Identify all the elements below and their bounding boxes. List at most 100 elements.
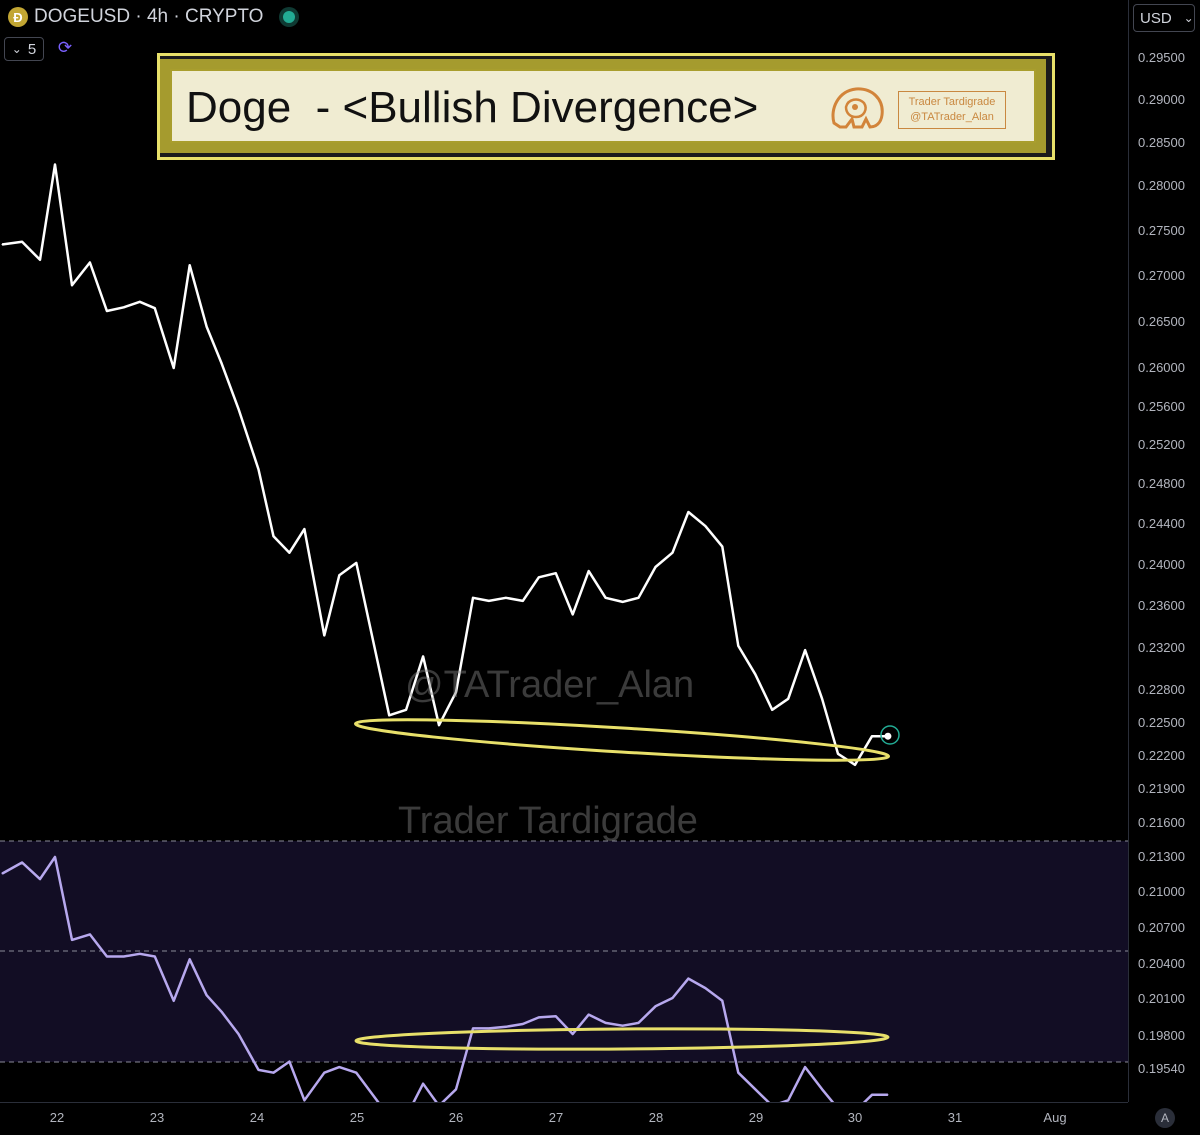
price-line-point <box>837 753 839 755</box>
tardigrade-logo-icon <box>831 87 884 129</box>
price-line-point <box>405 709 407 711</box>
name-watermark: Trader Tardigrade <box>398 800 698 842</box>
x-tick-label: 26 <box>448 1110 464 1125</box>
chevron-down-icon: ⌄ <box>1183 11 1194 25</box>
price-line-point <box>622 601 624 603</box>
price-line-point <box>671 552 674 554</box>
currency-selector[interactable]: USD ⌄ <box>1133 4 1195 32</box>
price-line-point <box>257 468 260 470</box>
y-tick-label: 0.27000 <box>1138 268 1185 283</box>
price-line-point <box>522 600 524 602</box>
price-line-point <box>388 714 390 716</box>
rsi-line-point <box>687 978 690 980</box>
y-tick-label: 0.23200 <box>1138 640 1185 655</box>
rsi-line-point <box>154 955 156 958</box>
price-line-point <box>555 572 557 574</box>
rsi-line-point <box>671 997 674 999</box>
price-line-point <box>338 574 340 576</box>
y-tick-label: 0.20400 <box>1138 956 1185 971</box>
price-line-point <box>821 698 823 700</box>
price-line-point <box>288 552 290 554</box>
auto-scale-button[interactable]: A <box>1155 1108 1175 1128</box>
rsi-line-point <box>422 1083 424 1085</box>
price-line-point <box>173 367 175 369</box>
rsi-line-point <box>555 1015 557 1017</box>
price-line-point <box>538 576 540 578</box>
x-tick-label: 30 <box>847 1110 863 1125</box>
price-line-point <box>123 306 125 308</box>
price-line-point <box>139 301 141 303</box>
rsi-line-point <box>721 1000 723 1002</box>
rsi-line-point <box>21 861 23 864</box>
x-tick-label: Aug <box>1043 1110 1067 1125</box>
y-tick-label: 0.21300 <box>1138 849 1185 864</box>
price-line-point <box>721 546 723 548</box>
x-tick-label: 31 <box>947 1110 963 1125</box>
y-tick-label: 0.19540 <box>1138 1061 1185 1076</box>
y-tick-label: 0.21900 <box>1138 781 1185 796</box>
rsi-line-point <box>754 1088 756 1090</box>
rsi-line-point <box>522 1023 524 1025</box>
price-line-point <box>771 709 773 711</box>
price-line-point <box>422 655 424 658</box>
y-tick-label: 0.21000 <box>1138 884 1185 899</box>
rsi-line-point <box>605 1022 607 1024</box>
rsi-line-point <box>804 1066 806 1068</box>
x-tick-label: 22 <box>49 1110 65 1125</box>
y-tick-label: 0.25200 <box>1138 437 1185 452</box>
rsi-line-point <box>871 1094 873 1096</box>
y-tick-label: 0.21600 <box>1138 815 1185 830</box>
y-tick-label: 0.26500 <box>1138 314 1185 329</box>
price-chart[interactable] <box>0 0 1128 1102</box>
y-tick-label: 0.23600 <box>1138 598 1185 613</box>
rsi-line-point <box>206 994 208 996</box>
last-price-dot <box>884 732 892 740</box>
price-line-point <box>438 724 440 726</box>
x-tick-label: 28 <box>648 1110 664 1125</box>
price-line-point <box>654 566 657 568</box>
rsi-line-point <box>123 955 125 958</box>
rsi-line-point <box>237 1033 240 1035</box>
price-line-point <box>303 528 305 530</box>
price-line-point <box>21 241 23 243</box>
price-line-point <box>704 525 707 527</box>
y-tick-label: 0.26000 <box>1138 360 1185 375</box>
rsi-line-point <box>572 1033 574 1035</box>
y-tick-label: 0.25600 <box>1138 399 1185 414</box>
price-line-point <box>871 735 873 737</box>
rsi-line-point <box>704 987 707 989</box>
rsi-line-point <box>1 873 3 875</box>
price-line-point <box>206 326 208 328</box>
y-tick-label: 0.20100 <box>1138 991 1185 1006</box>
rsi-line-point <box>472 1027 474 1029</box>
y-tick-label: 0.19800 <box>1138 1028 1185 1043</box>
price-line-point <box>272 535 275 537</box>
price-line-point <box>687 511 690 513</box>
price-line-point <box>472 597 474 599</box>
x-tick-label: 25 <box>349 1110 365 1125</box>
price-line-point <box>488 600 490 602</box>
rsi-line-point <box>89 933 91 936</box>
price-line-point <box>854 764 856 766</box>
x-tick-label: 23 <box>149 1110 165 1125</box>
rsi-line-point <box>505 1026 507 1028</box>
rsi-line-point <box>221 1011 223 1013</box>
rsi-line-point <box>737 1072 739 1074</box>
handle-watermark: @TATrader_Alan <box>405 664 695 706</box>
price-line-point <box>355 562 357 564</box>
y-tick-label: 0.22500 <box>1138 715 1185 730</box>
price-axis[interactable] <box>1128 0 1200 1102</box>
rsi-line-point <box>303 1099 305 1101</box>
rsi-line-point <box>588 1014 590 1016</box>
rsi-line-point <box>455 1088 457 1090</box>
price-line-point <box>754 673 756 675</box>
y-tick-label: 0.20700 <box>1138 920 1185 935</box>
price-line-point <box>39 259 41 261</box>
y-tick-label: 0.28500 <box>1138 135 1185 150</box>
rsi-line-point <box>139 953 141 955</box>
price-line-point <box>787 698 789 700</box>
y-tick-label: 0.22800 <box>1138 682 1185 697</box>
rsi-line-point <box>71 939 73 941</box>
price-line-point <box>89 261 91 264</box>
price-line-point <box>605 597 607 599</box>
